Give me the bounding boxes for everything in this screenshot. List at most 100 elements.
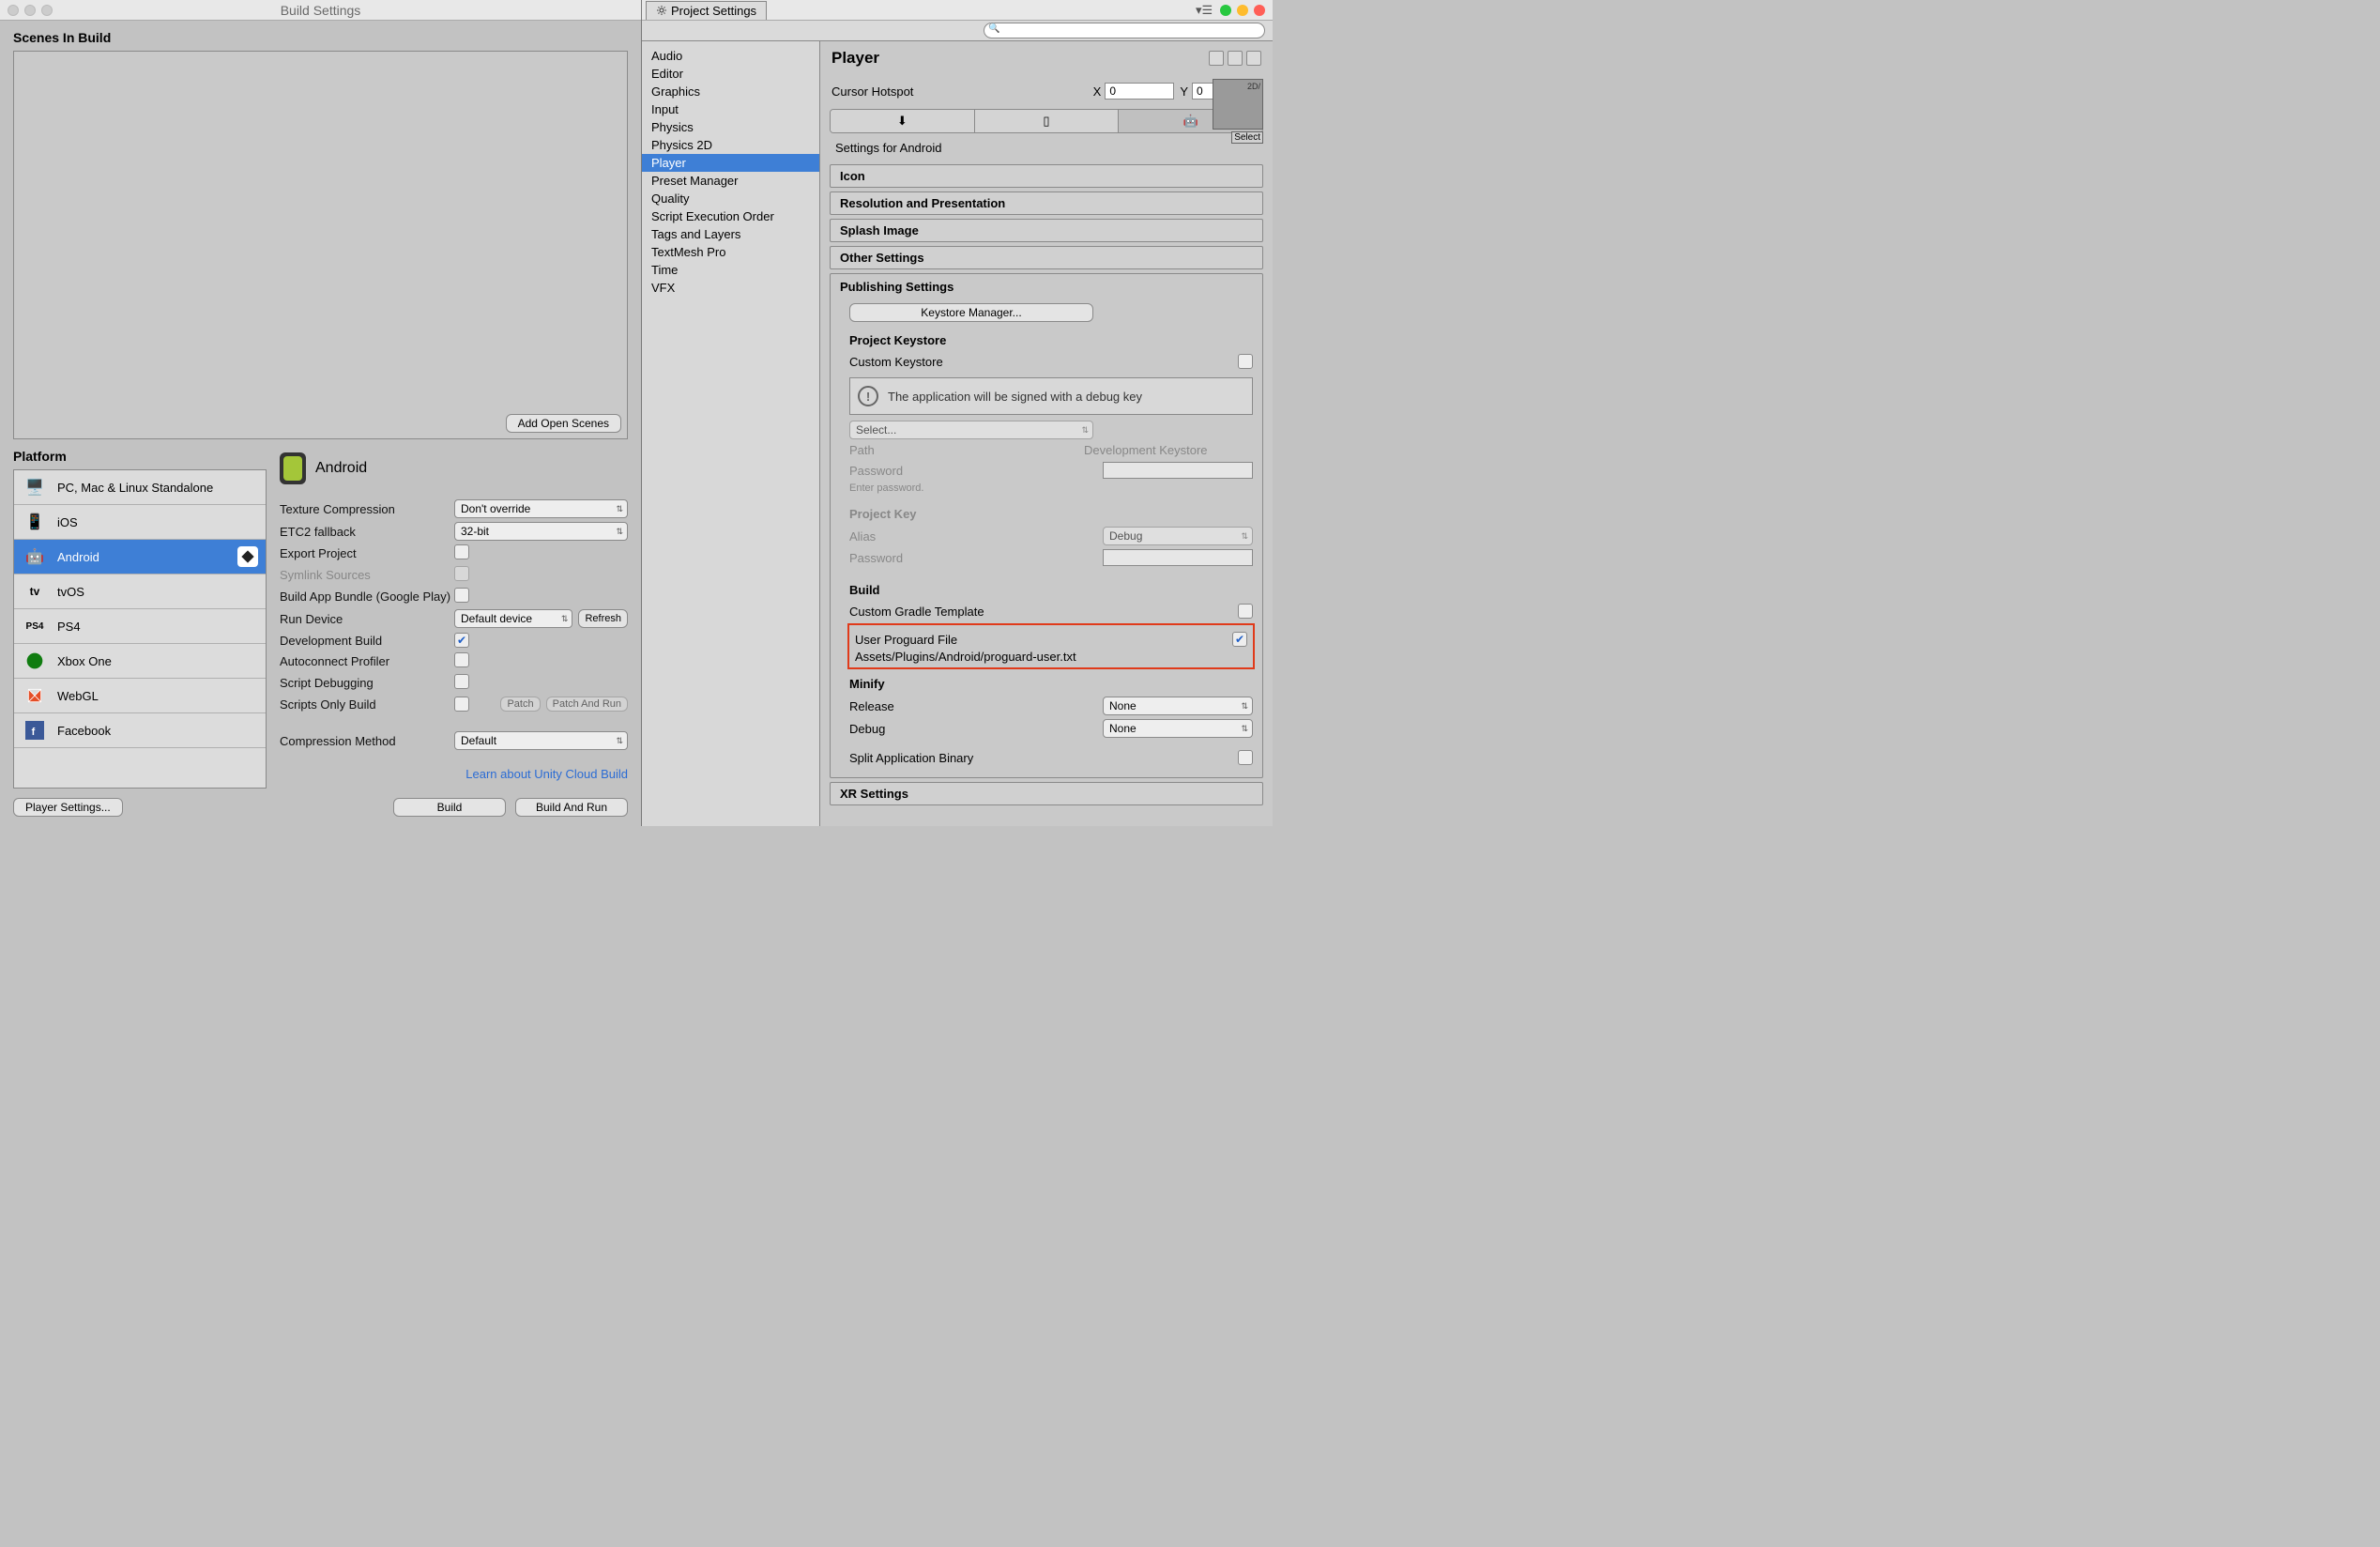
user-proguard-checkbox[interactable]: ✔ bbox=[1232, 632, 1247, 647]
window-minimize-icon[interactable] bbox=[1237, 5, 1248, 16]
user-proguard-highlight: User Proguard File ✔ Assets/Plugins/Andr… bbox=[847, 623, 1255, 669]
platform-item-android[interactable]: 🤖 Android bbox=[14, 540, 266, 574]
minify-release-select[interactable]: None bbox=[1103, 697, 1253, 715]
build-app-bundle-label: Build App Bundle (Google Play) bbox=[280, 590, 454, 604]
category-graphics[interactable]: Graphics bbox=[642, 83, 819, 100]
category-vfx[interactable]: VFX bbox=[642, 279, 819, 297]
platform-item-ps4[interactable]: PS4 PS4 bbox=[14, 609, 266, 644]
texture-compression-select[interactable]: Don't override bbox=[454, 499, 628, 518]
etc2-fallback-select[interactable]: 32-bit bbox=[454, 522, 628, 541]
search-input[interactable] bbox=[984, 23, 1265, 38]
window-close-icon[interactable] bbox=[1254, 5, 1265, 16]
split-binary-label: Split Application Binary bbox=[849, 751, 1084, 765]
build-settings-titlebar: Build Settings bbox=[0, 0, 641, 21]
platform-item-ios[interactable]: 📱 iOS bbox=[14, 505, 266, 540]
project-settings-tab[interactable]: Project Settings bbox=[646, 1, 767, 20]
section-publishing: Publishing Settings Keystore Manager... … bbox=[830, 273, 1263, 778]
key-password-input[interactable] bbox=[1103, 549, 1253, 566]
cursor-select-button[interactable]: Select bbox=[1231, 131, 1263, 144]
custom-keystore-checkbox[interactable] bbox=[1238, 354, 1253, 369]
category-textmesh-pro[interactable]: TextMesh Pro bbox=[642, 243, 819, 261]
export-project-label: Export Project bbox=[280, 546, 454, 560]
build-app-bundle-checkbox[interactable] bbox=[454, 588, 469, 603]
patch-button[interactable]: Patch bbox=[500, 697, 540, 712]
build-and-run-button[interactable]: Build And Run bbox=[515, 798, 628, 817]
keystore-select[interactable]: Select... bbox=[849, 421, 1093, 439]
platform-label: Platform bbox=[13, 449, 267, 464]
window-zoom-icon[interactable] bbox=[41, 5, 53, 16]
add-open-scenes-button[interactable]: Add Open Scenes bbox=[506, 414, 621, 433]
tab-ios[interactable]: ▯ bbox=[975, 110, 1120, 132]
player-platform-tabs: ⬇ ▯ 🤖 bbox=[830, 109, 1263, 133]
platform-item-label: Xbox One bbox=[57, 654, 112, 668]
run-device-select[interactable]: Default device bbox=[454, 609, 572, 628]
minify-debug-label: Debug bbox=[849, 722, 1084, 736]
category-player[interactable]: Player bbox=[642, 154, 819, 172]
cursor-x-input[interactable] bbox=[1105, 83, 1174, 100]
help-icon[interactable] bbox=[1209, 51, 1224, 66]
patch-and-run-button[interactable]: Patch And Run bbox=[546, 697, 628, 712]
custom-gradle-checkbox[interactable] bbox=[1238, 604, 1253, 619]
section-icon[interactable]: Icon bbox=[830, 164, 1263, 188]
keystore-manager-button[interactable]: Keystore Manager... bbox=[849, 303, 1093, 322]
platform-item-label: Facebook bbox=[57, 724, 111, 738]
settings-for-label: Settings for Android bbox=[826, 139, 1267, 161]
cursor-hotspot-label: Cursor Hotspot bbox=[831, 84, 1088, 99]
category-input[interactable]: Input bbox=[642, 100, 819, 118]
category-script-exec-order[interactable]: Script Execution Order bbox=[642, 207, 819, 225]
category-editor[interactable]: Editor bbox=[642, 65, 819, 83]
platform-item-xboxone[interactable]: Xbox One bbox=[14, 644, 266, 679]
platform-item-standalone[interactable]: 🖥️ PC, Mac & Linux Standalone bbox=[14, 470, 266, 505]
project-settings-titlebar: Project Settings ▾☰ bbox=[642, 0, 1273, 21]
settings-icon[interactable] bbox=[1246, 51, 1261, 66]
dev-build-checkbox[interactable]: ✔ bbox=[454, 633, 469, 648]
scenes-list[interactable]: Add Open Scenes bbox=[13, 51, 628, 439]
player-settings-button[interactable]: Player Settings... bbox=[13, 798, 123, 817]
window-zoom-icon[interactable] bbox=[1220, 5, 1231, 16]
category-physics2d[interactable]: Physics 2D bbox=[642, 136, 819, 154]
section-splash[interactable]: Splash Image bbox=[830, 219, 1263, 242]
category-preset-manager[interactable]: Preset Manager bbox=[642, 172, 819, 190]
alias-label: Alias bbox=[849, 529, 1084, 544]
category-tags-layers[interactable]: Tags and Layers bbox=[642, 225, 819, 243]
section-other[interactable]: Other Settings bbox=[830, 246, 1263, 269]
settings-category-list: Audio Editor Graphics Input Physics Phys… bbox=[642, 41, 820, 826]
build-button[interactable]: Build bbox=[393, 798, 506, 817]
project-settings-tab-label: Project Settings bbox=[671, 4, 756, 18]
platform-item-tvos[interactable]: tv tvOS bbox=[14, 574, 266, 609]
compression-method-select[interactable]: Default bbox=[454, 731, 628, 750]
section-resolution[interactable]: Resolution and Presentation bbox=[830, 191, 1263, 215]
refresh-button[interactable]: Refresh bbox=[578, 609, 628, 628]
category-audio[interactable]: Audio bbox=[642, 47, 819, 65]
window-minimize-icon[interactable] bbox=[24, 5, 36, 16]
ios-icon: 📱 bbox=[22, 511, 48, 533]
scripts-only-checkbox[interactable] bbox=[454, 697, 469, 712]
platform-item-facebook[interactable]: f Facebook bbox=[14, 713, 266, 748]
dev-build-label: Development Build bbox=[280, 634, 454, 648]
window-close-icon[interactable] bbox=[8, 5, 19, 16]
key-password-label: Password bbox=[849, 551, 1084, 565]
download-icon: ⬇ bbox=[897, 114, 908, 129]
project-key-header: Project Key bbox=[849, 501, 1253, 525]
split-binary-checkbox[interactable] bbox=[1238, 750, 1253, 765]
category-time[interactable]: Time bbox=[642, 261, 819, 279]
run-device-label: Run Device bbox=[280, 612, 454, 626]
cloud-build-link[interactable]: Learn about Unity Cloud Build bbox=[465, 767, 628, 781]
minify-release-label: Release bbox=[849, 699, 1084, 713]
minify-debug-select[interactable]: None bbox=[1103, 719, 1253, 738]
export-project-checkbox[interactable] bbox=[454, 544, 469, 559]
script-debug-checkbox[interactable] bbox=[454, 674, 469, 689]
debug-key-info: ! The application will be signed with a … bbox=[849, 377, 1253, 415]
unity-active-icon bbox=[237, 546, 258, 567]
publishing-settings-header[interactable]: Publishing Settings bbox=[840, 280, 1253, 294]
panel-menu-icon[interactable]: ▾☰ bbox=[1196, 3, 1209, 18]
autoconnect-checkbox[interactable] bbox=[454, 652, 469, 667]
section-xr[interactable]: XR Settings bbox=[830, 782, 1263, 805]
keystore-password-input[interactable] bbox=[1103, 462, 1253, 479]
category-quality[interactable]: Quality bbox=[642, 190, 819, 207]
tab-standalone[interactable]: ⬇ bbox=[831, 110, 975, 132]
alias-select[interactable]: Debug bbox=[1103, 527, 1253, 545]
category-physics[interactable]: Physics bbox=[642, 118, 819, 136]
preset-icon[interactable] bbox=[1228, 51, 1243, 66]
platform-item-webgl[interactable]: WebGL bbox=[14, 679, 266, 713]
